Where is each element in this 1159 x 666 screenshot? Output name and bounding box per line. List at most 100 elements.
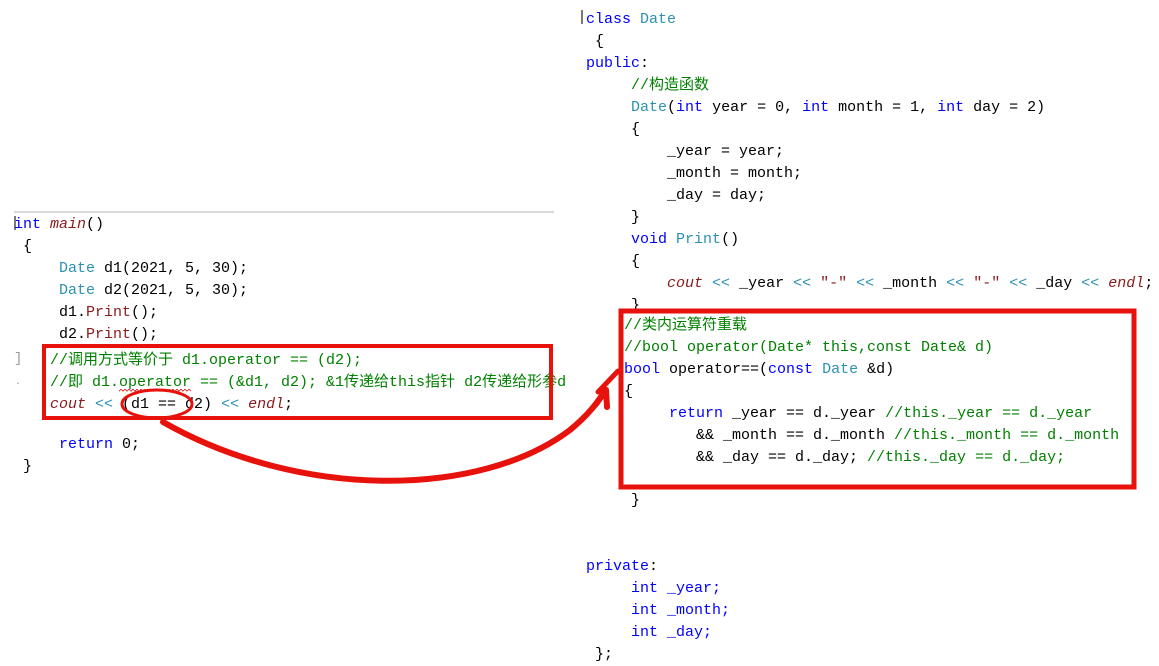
code-token: _day; xyxy=(667,624,713,641)
code-token: << xyxy=(946,275,965,292)
code-token: _month = month; xyxy=(586,165,803,182)
code-line: } xyxy=(586,295,1153,317)
code-line: return _year == d._year //this._year == … xyxy=(624,403,1119,425)
code-token: operator xyxy=(119,374,192,391)
right-boxed-code[interactable]: //类内运算符重载 //bool operator(Date* this,cons… xyxy=(624,315,1119,469)
code-line: int _day; xyxy=(586,622,730,644)
code-line: { xyxy=(624,381,1119,403)
code-token: << xyxy=(95,396,114,413)
code-line: }; xyxy=(586,644,730,666)
code-token: Print xyxy=(676,231,722,248)
left-boxed-code[interactable]: //调用方式等价于 d1.operator == (d2); //即 d1.ope… xyxy=(50,350,566,416)
code-token: void xyxy=(631,231,668,248)
code-token: //this._month == d._month xyxy=(894,427,1120,444)
code-token: Date xyxy=(631,99,668,116)
code-line: Date d1(2021, 5, 30); xyxy=(14,258,248,280)
code-token: { xyxy=(14,238,33,255)
code-token: //bool operator(Date* this,const Date& d… xyxy=(624,339,994,356)
code-token: () xyxy=(86,216,105,233)
code-line: } xyxy=(586,490,730,512)
code-line: class Date xyxy=(586,9,1153,31)
code-token: year = 0, xyxy=(703,99,803,116)
code-token: endl xyxy=(248,396,285,413)
code-line: //调用方式等价于 d1.operator == (d2); xyxy=(50,350,566,372)
code-line: d2.Print(); xyxy=(14,324,248,346)
code-token: << xyxy=(221,396,240,413)
code-line: private: xyxy=(586,556,730,578)
code-line: } xyxy=(14,456,140,478)
code-token: _day xyxy=(1027,275,1082,292)
code-token: &d) xyxy=(858,361,895,378)
right-tail-code[interactable]: } private: int _year; int _month; int _d… xyxy=(586,490,730,666)
code-token: _month xyxy=(874,275,947,292)
left-code-block[interactable]: int main() { Date d1(2021, 5, 30); Date … xyxy=(14,214,248,368)
code-token: Date xyxy=(640,11,677,28)
top-divider-rule xyxy=(14,211,554,213)
left-tail-code[interactable]: return 0; } xyxy=(14,434,140,478)
code-token: << xyxy=(1081,275,1100,292)
code-line: && _month == d._month //this._month == d… xyxy=(624,425,1119,447)
code-token: Date xyxy=(59,282,96,299)
code-token: operator==( xyxy=(660,361,769,378)
code-token: { xyxy=(586,121,641,138)
code-line: int _year; xyxy=(586,578,730,600)
right-code-block[interactable]: class Date {public: //构造函数 Date(int year… xyxy=(586,9,1153,317)
code-token: _day = day; xyxy=(586,187,767,204)
code-token: } xyxy=(586,209,641,226)
code-token: d1. xyxy=(14,304,87,321)
screenshot-canvas: ] · int main() { Date d1(2021, 5, 30); D… xyxy=(0,0,1159,663)
code-token: //调用方式等价于 d1.operator == (d2); xyxy=(50,352,363,369)
code-token: << xyxy=(712,275,731,292)
code-line: //bool operator(Date* this,const Date& d… xyxy=(624,337,1119,359)
code-token: ; xyxy=(1144,275,1154,292)
code-token: //类内运算符重载 xyxy=(624,317,748,334)
code-token: cout xyxy=(50,396,87,413)
code-token: Print xyxy=(86,326,132,343)
code-line: _day = day; xyxy=(586,185,1153,207)
code-token: { xyxy=(624,383,634,400)
code-token: Date xyxy=(822,361,859,378)
code-token: //this._year == d._year xyxy=(885,405,1093,422)
code-line: int _month; xyxy=(586,600,730,622)
code-token: (); xyxy=(131,326,159,343)
code-token: (d1 == d2) xyxy=(113,396,222,413)
code-token: int xyxy=(676,99,704,116)
code-line: _month = month; xyxy=(586,163,1153,185)
code-line: { xyxy=(586,251,1153,273)
code-token: << xyxy=(856,275,875,292)
code-token: == (&d1, d2); &1传递给this指针 d2传递给形参d xyxy=(191,374,567,391)
code-token: _year = year; xyxy=(586,143,785,160)
code-token: d1(2021, 5, 30); xyxy=(95,260,249,277)
code-token: << xyxy=(793,275,812,292)
code-token: _year; xyxy=(667,580,722,597)
code-token: << xyxy=(1009,275,1028,292)
code-token: private xyxy=(586,558,650,575)
code-token: d2(2021, 5, 30); xyxy=(95,282,249,299)
code-token: cout xyxy=(667,275,704,292)
code-line: cout << (d1 == d2) << endl; xyxy=(50,394,566,416)
code-line: //构造函数 xyxy=(586,75,1153,97)
code-token: day = 2) xyxy=(964,99,1046,116)
code-token: (); xyxy=(131,304,159,321)
code-line: Date(int year = 0, int month = 1, int da… xyxy=(586,97,1153,119)
code-line: int main() xyxy=(14,214,248,236)
code-token: return xyxy=(669,405,724,422)
code-token: //构造函数 xyxy=(586,77,710,94)
code-token: } xyxy=(586,297,641,314)
gutter-bar-class[interactable] xyxy=(581,10,583,24)
code-token: //即 d1. xyxy=(50,374,120,391)
